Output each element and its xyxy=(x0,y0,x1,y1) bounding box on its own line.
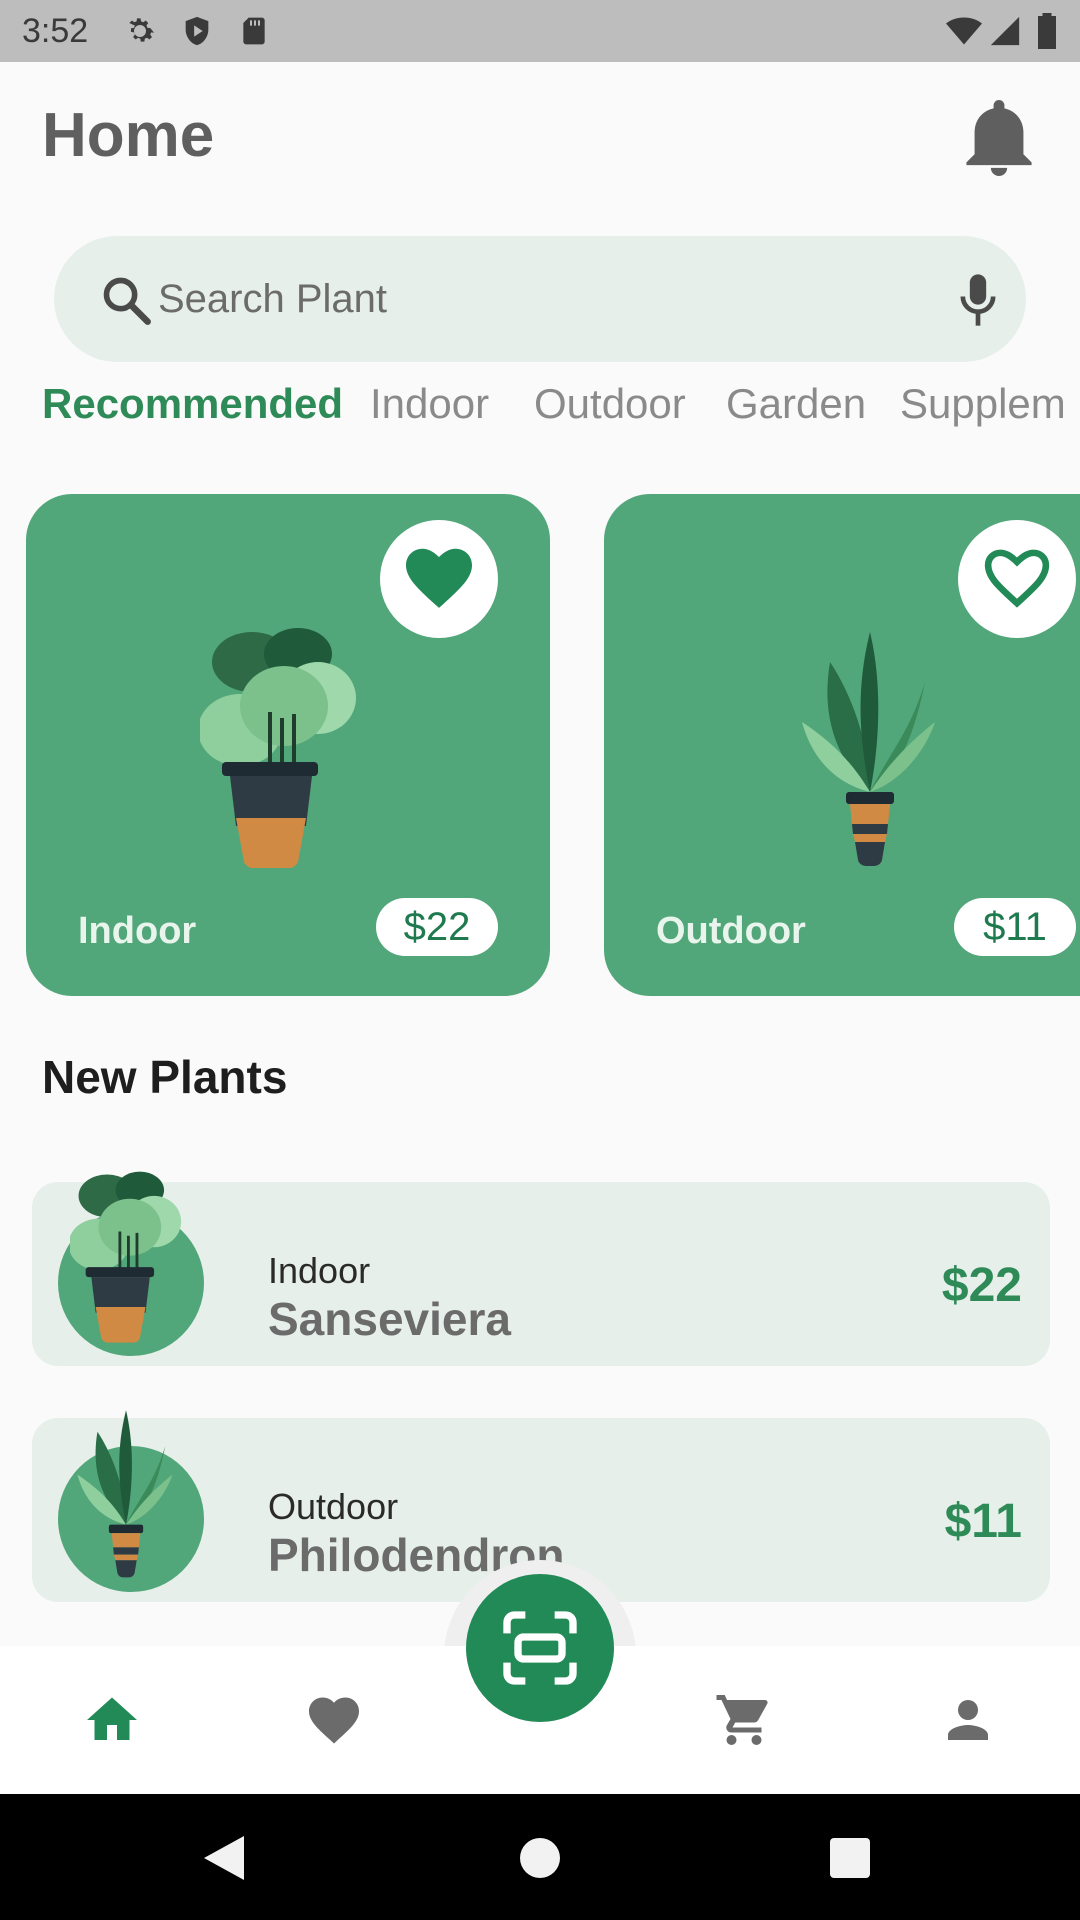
price-badge: $22 xyxy=(376,898,498,956)
plant-price: $22 xyxy=(941,1259,1022,1312)
favorite-button[interactable] xyxy=(380,520,498,638)
home-system-icon[interactable] xyxy=(520,1838,560,1878)
list-item[interactable]: Indoor Sanseviera $22 xyxy=(32,1171,1050,1366)
person-icon[interactable] xyxy=(938,1690,998,1750)
search-icon xyxy=(103,277,151,325)
plant-name: Sanseviera xyxy=(268,1293,511,1345)
system-navigation-bar xyxy=(0,1794,1080,1920)
plant-price: $11 xyxy=(944,1495,1022,1548)
tab-garden[interactable]: Garden xyxy=(726,380,866,428)
sd-card-icon xyxy=(243,17,265,45)
plant-category: Indoor xyxy=(268,1250,371,1291)
tab-supplements[interactable]: Supplem xyxy=(900,380,1066,428)
gear-icon xyxy=(129,18,155,42)
plant-illustration xyxy=(200,628,356,868)
back-icon[interactable] xyxy=(204,1836,244,1880)
search-input[interactable] xyxy=(158,266,858,332)
plant-illustration xyxy=(70,1171,182,1343)
featured-card-indoor[interactable]: Indoor $22 xyxy=(26,494,550,996)
heart-outline-icon xyxy=(984,549,1050,608)
scan-button[interactable] xyxy=(466,1574,614,1722)
status-bar: 3:52 xyxy=(0,0,1080,62)
scan-icon xyxy=(503,1611,577,1685)
microphone-icon[interactable] xyxy=(958,272,998,328)
search-bar[interactable] xyxy=(54,236,1026,362)
plant-illustration xyxy=(802,632,935,867)
bell-icon[interactable] xyxy=(966,100,1032,176)
section-title-new-plants: New Plants xyxy=(42,1051,288,1103)
card-category-label: Indoor xyxy=(78,910,197,952)
heart-filled-icon xyxy=(406,548,472,608)
tab-indoor[interactable]: Indoor xyxy=(370,380,489,428)
signal-icon xyxy=(990,16,1020,46)
plant-illustration xyxy=(77,1410,173,1578)
shield-icon xyxy=(185,16,209,46)
battery-icon xyxy=(1038,13,1056,49)
plant-category: Outdoor xyxy=(268,1486,399,1527)
home-icon[interactable] xyxy=(82,1690,142,1750)
category-tabs: Recommended Indoor Outdoor Garden Supple… xyxy=(0,380,1080,440)
status-time: 3:52 xyxy=(22,12,89,50)
cart-icon[interactable] xyxy=(714,1690,774,1750)
favorite-button[interactable] xyxy=(958,520,1076,638)
tab-outdoor[interactable]: Outdoor xyxy=(534,380,686,428)
card-category-label: Outdoor xyxy=(656,910,806,952)
wifi-icon xyxy=(946,17,982,45)
featured-card-outdoor[interactable]: Outdoor $11 xyxy=(604,494,1080,996)
recents-icon[interactable] xyxy=(830,1838,870,1878)
heart-icon[interactable] xyxy=(304,1690,364,1750)
tab-recommended[interactable]: Recommended xyxy=(42,380,343,428)
price-badge: $11 xyxy=(954,898,1076,956)
page-title: Home xyxy=(42,101,215,170)
